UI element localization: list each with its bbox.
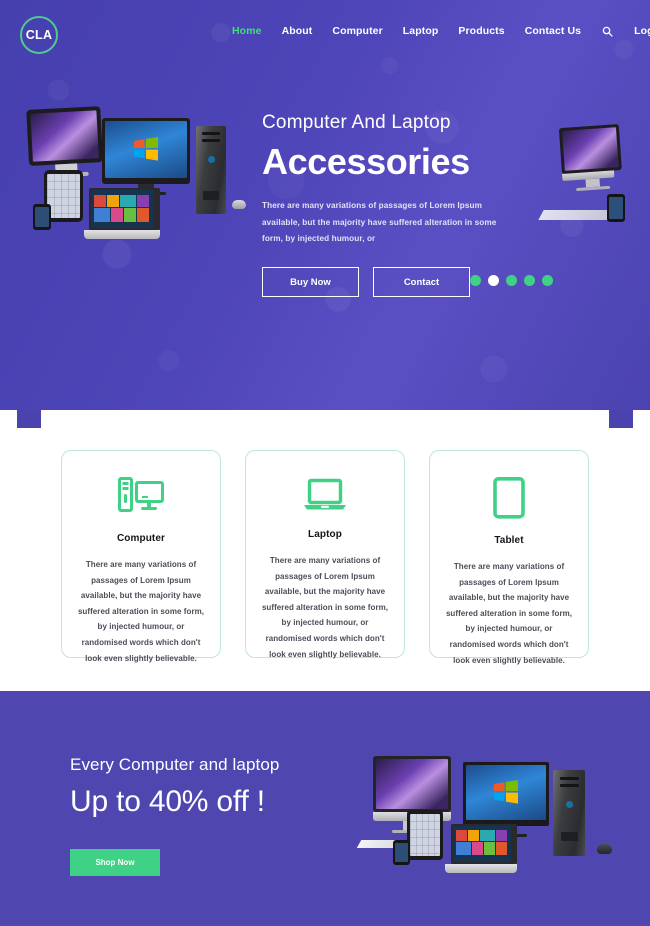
shop-now-button[interactable]: Shop Now <box>70 849 160 876</box>
carousel-dot-1[interactable] <box>470 275 481 286</box>
hero-imac-image <box>538 123 650 251</box>
feature-card-text: There are many variations of passages of… <box>77 560 205 663</box>
feature-card-text: There are many variations of passages of… <box>445 562 573 665</box>
nav-links: Home About Computer Laptop Products Cont… <box>222 25 650 37</box>
promo-device-cluster-image <box>356 748 635 878</box>
divider-notch-right <box>609 410 633 428</box>
carousel-dot-5[interactable] <box>542 275 553 286</box>
contact-button[interactable]: Contact <box>373 267 470 297</box>
section-divider <box>0 410 650 438</box>
carousel-dot-3[interactable] <box>506 275 517 286</box>
nav-item-computer[interactable]: Computer <box>322 25 392 37</box>
feature-card-tablet[interactable]: Tablet There are many variations of pass… <box>429 450 589 665</box>
site-logo[interactable]: CLA <box>20 16 58 54</box>
tablet-icon <box>493 477 525 519</box>
nav-item-products[interactable]: Products <box>448 25 514 37</box>
feature-card-title: Tablet <box>494 535 524 546</box>
hero-paragraph: There are many variations of passages of… <box>262 201 497 243</box>
feature-card-title: Laptop <box>308 529 342 540</box>
promo-copy: Every Computer and laptop Up to 40% off … <box>70 755 400 819</box>
nav-item-login[interactable]: Login <box>624 25 650 37</box>
hero-copy: Computer And Laptop Accessories There ar… <box>262 112 532 247</box>
promo-title: Up to 40% off ! <box>70 785 265 818</box>
hero-device-cluster-image <box>14 104 254 254</box>
hero-buttons: Buy Now Contact <box>262 267 470 297</box>
main-navigation: CLA Home About Computer Laptop Products … <box>0 0 650 66</box>
buy-now-button[interactable]: Buy Now <box>262 267 359 297</box>
hero-subtitle: Computer And Laptop <box>262 112 451 133</box>
carousel-dot-2[interactable] <box>488 275 499 286</box>
hero-section: CLA Home About Computer Laptop Products … <box>0 0 650 410</box>
feature-card-title: Computer <box>116 533 166 544</box>
nav-item-home[interactable]: Home <box>222 25 272 37</box>
nav-item-contact-us[interactable]: Contact Us <box>515 25 591 37</box>
search-icon[interactable] <box>591 26 624 37</box>
laptop-icon <box>302 477 348 513</box>
feature-cards-section: Computer There are many variations of pa… <box>0 438 650 691</box>
logo-text: CLA <box>25 28 53 42</box>
landing-page: CLA Home About Computer Laptop Products … <box>0 0 650 926</box>
carousel-dot-4[interactable] <box>524 275 535 286</box>
promo-subtitle: Every Computer and laptop <box>70 755 280 774</box>
desktop-computer-icon <box>118 477 164 517</box>
nav-item-laptop[interactable]: Laptop <box>393 25 449 37</box>
carousel-dots <box>470 275 553 286</box>
nav-item-about[interactable]: About <box>272 25 323 37</box>
feature-card-computer[interactable]: Computer There are many variations of pa… <box>61 450 221 663</box>
hero-title: Accessories <box>262 140 470 182</box>
divider-notch-left <box>17 410 41 428</box>
feature-card-text: There are many variations of passages of… <box>261 556 389 659</box>
feature-card-laptop[interactable]: Laptop There are many variations of pass… <box>245 450 405 659</box>
